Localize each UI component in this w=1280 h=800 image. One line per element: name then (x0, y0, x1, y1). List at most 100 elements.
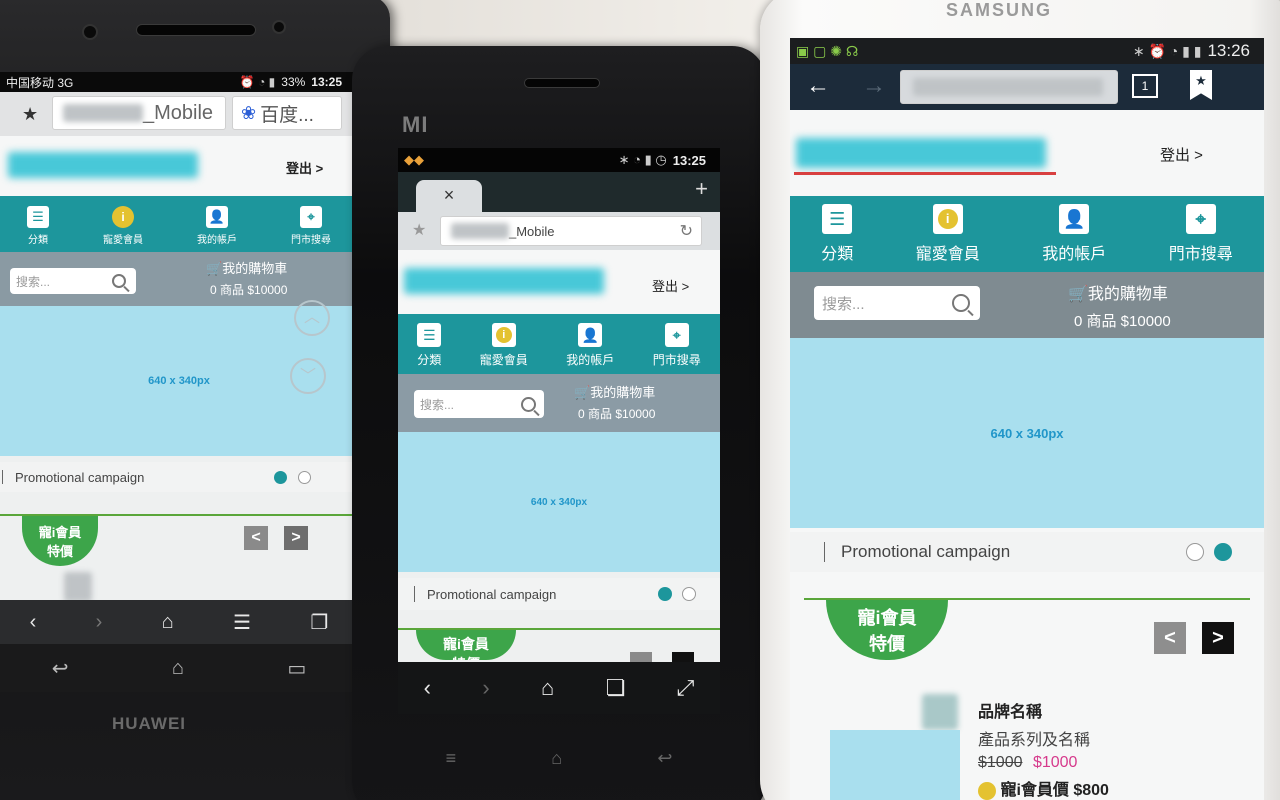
blurred-thumbnail (64, 572, 92, 602)
scroll-up-icon[interactable]: ︿ (294, 300, 330, 336)
url-field[interactable]: _Mobile (52, 96, 226, 130)
system-nav-bar: ↩ ⌂ ▭ (0, 644, 358, 692)
prev-arrow-button[interactable]: < (244, 526, 268, 550)
vip-badge: 寵i會員 特價 (826, 600, 948, 660)
url-field[interactable] (900, 70, 1118, 104)
bookmark-star-icon[interactable]: ★ (22, 104, 38, 125)
prev-arrow-button[interactable]: < (1154, 622, 1186, 654)
home-icon[interactable]: ⌂ (162, 611, 174, 634)
search-placeholder: 搜索... (420, 397, 455, 412)
cart-widget[interactable]: 🛒我的購物車 0 商品 $10000 (1068, 280, 1171, 331)
forward-icon[interactable]: › (482, 675, 489, 701)
fullscreen-icon[interactable]: ⤢ (677, 675, 695, 701)
system-recents-icon[interactable]: ▭ (287, 656, 306, 681)
nav-item-account[interactable]: 👤 我的帳戶 (566, 323, 614, 368)
search-engine-label: 百度... (260, 104, 314, 126)
browser-bottom-bar: ‹ › ⌂ ☰ ❐ (0, 600, 358, 644)
new-tab-icon[interactable]: + (695, 176, 708, 202)
cart-summary: 0 商品 $10000 (578, 407, 656, 421)
search-engine-button[interactable]: ❀ 百度... (232, 96, 342, 130)
front-camera (82, 24, 98, 40)
nav-item-categories[interactable]: ☰ 分類 (821, 204, 853, 264)
clock: 13:26 (1207, 41, 1250, 60)
next-arrow-button[interactable]: > (1202, 622, 1234, 654)
home-icon[interactable]: ⌂ (541, 675, 554, 701)
bookmark-icon[interactable]: ★ (1190, 70, 1212, 100)
back-key-icon[interactable]: ↩ (657, 748, 672, 769)
nav-item-vip[interactable]: i 寵愛會員 (916, 204, 980, 264)
cart-widget[interactable]: 🛒我的購物車 0 商品 $10000 (574, 382, 655, 422)
banner-placeholder: 640 x 340px (530, 496, 588, 508)
nav-label: 我的帳戶 (1042, 246, 1107, 263)
tabs-icon[interactable]: 1 (1132, 74, 1158, 98)
carousel-dot-active[interactable] (658, 587, 672, 601)
carousel-dot[interactable] (298, 470, 311, 484)
browser-tab[interactable]: × (416, 180, 482, 212)
nav-item-categories[interactable]: ☰ 分類 (27, 206, 49, 246)
nav-item-vip[interactable]: i 寵愛會員 (103, 206, 143, 246)
tabs-icon[interactable]: ❐ (310, 610, 328, 635)
forward-icon[interactable]: → (862, 72, 886, 100)
nav-item-vip[interactable]: i 寵愛會員 (480, 323, 528, 368)
nav-item-account[interactable]: 👤 我的帳戶 (1042, 204, 1106, 264)
bookmarks-icon[interactable]: ❏ (606, 675, 626, 701)
next-arrow-button[interactable]: > (284, 526, 308, 550)
carousel-dot[interactable] (1186, 543, 1204, 561)
bookmark-star-icon[interactable]: ★ (412, 220, 426, 240)
hero-banner[interactable]: 640 x 340px (398, 432, 720, 572)
back-icon[interactable]: ‹ (424, 675, 431, 701)
next-arrow-button[interactable] (672, 652, 694, 662)
forward-icon[interactable]: › (96, 611, 103, 634)
cart-widget[interactable]: 🛒我的購物車 0 商品 $10000 (206, 258, 287, 298)
carousel-dot-active[interactable] (274, 470, 287, 484)
search-input[interactable]: 搜索... (414, 390, 544, 418)
reload-icon[interactable]: ↻ (680, 221, 693, 241)
search-icon[interactable] (952, 294, 970, 312)
nav-item-store-search[interactable]: ⌖ 門市搜尋 (653, 323, 701, 368)
promo-label: Promotional campaign (15, 469, 145, 485)
cart-label: 我的購物車 (590, 385, 656, 400)
search-placeholder: 搜索... (822, 295, 865, 313)
system-home-icon[interactable]: ⌂ (172, 657, 184, 680)
status-bar: 中国移动 3G ⏰ ◔ ▮ 33% 13:25 (0, 72, 358, 92)
search-icon[interactable] (112, 274, 126, 288)
logout-link[interactable]: 登出 > (1160, 144, 1203, 165)
back-icon[interactable]: ‹ (30, 611, 37, 634)
blurred-domain (63, 104, 143, 122)
logout-link[interactable]: 登出 > (652, 276, 689, 295)
url-field[interactable]: _Mobile ↻ (440, 216, 702, 246)
promo-bar: Promotional campaign (0, 462, 358, 492)
blurred-logo (8, 152, 198, 178)
menu-key-icon[interactable]: ≡ (446, 748, 457, 769)
blurred-logo (404, 268, 604, 294)
home-key-icon[interactable]: ⌂ (551, 748, 562, 769)
product-image[interactable] (830, 730, 960, 800)
scroll-down-icon[interactable]: ﹀ (290, 358, 326, 394)
search-input[interactable]: 搜索... (10, 268, 136, 294)
logout-link[interactable]: 登出 > (286, 158, 323, 177)
prev-arrow-button[interactable] (630, 652, 652, 662)
carousel-dot-active[interactable] (1214, 543, 1232, 561)
nav-item-store-search[interactable]: ⌖ 門市搜尋 (1169, 204, 1233, 264)
carousel-dot[interactable] (682, 587, 696, 601)
cart-label: 我的購物車 (222, 261, 288, 276)
product-card[interactable]: 品牌名稱 產品系列及名稱 $1000 $1000 寵i會員價 $800 (978, 698, 1248, 800)
vip-line-1: 寵i會員 (38, 525, 82, 540)
back-icon[interactable]: ← (806, 72, 830, 100)
site-nav: ☰ 分類 i 寵愛會員 👤 我的帳戶 ⌖ 門市搜尋 (790, 196, 1264, 272)
vip-line-2: 特價 (46, 544, 73, 559)
huawei-screen: 中国移动 3G ⏰ ◔ ▮ 33% 13:25 ★ _Mobile ❀ 百度..… (0, 72, 358, 692)
list-icon: ☰ (417, 323, 442, 347)
nav-label: 我的帳戶 (566, 353, 615, 367)
tab-close-icon[interactable]: × (444, 185, 455, 205)
nav-item-account[interactable]: 👤 我的帳戶 (197, 206, 237, 246)
system-back-icon[interactable]: ↩ (52, 656, 69, 681)
search-icon[interactable] (521, 396, 536, 412)
nav-item-store-search[interactable]: ⌖ 門市搜尋 (291, 206, 331, 246)
logo-underline (794, 172, 1056, 175)
search-input[interactable]: 搜索... (814, 286, 980, 320)
nav-item-categories[interactable]: ☰ 分類 (417, 323, 441, 368)
hero-banner[interactable]: 640 x 340px (790, 338, 1264, 528)
menu-icon[interactable]: ☰ (233, 610, 251, 635)
list-icon: ☰ (822, 204, 853, 234)
